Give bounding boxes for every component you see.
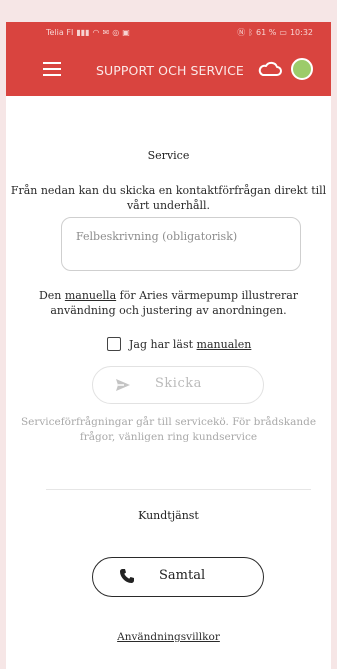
divider: [46, 489, 311, 490]
menu-icon[interactable]: [43, 62, 61, 76]
signal-icon: ▮▮▮: [76, 28, 90, 37]
terms-link[interactable]: Användningsvillkor: [117, 631, 220, 643]
send-icon: [116, 379, 130, 391]
terms-of-use: Användningsvillkor: [6, 631, 331, 643]
service-note: Serviceförfrågningar går till servicekö.…: [20, 416, 317, 443]
call-label: Samtal: [159, 568, 206, 583]
description-field[interactable]: Felbeskrivning (obligatorisk): [61, 217, 301, 271]
send-label: Skicka: [155, 376, 202, 391]
nfc-icon: Ⓝ: [237, 28, 246, 37]
notification-icon: ✉: [102, 28, 110, 37]
manual-prefix: Den: [38, 289, 65, 302]
instagram-icon: ◎: [112, 28, 120, 37]
battery-percent: 61 %: [256, 28, 277, 37]
manual-read-link[interactable]: manualen: [197, 338, 252, 351]
service-title: Service: [147, 149, 190, 162]
connection-status-indicator: [291, 58, 313, 80]
battery-icon: ▭: [279, 28, 287, 37]
wifi-icon: ◠: [92, 28, 100, 37]
bluetooth-icon: ᛒ: [248, 28, 254, 37]
status-left: Telia FI ▮▮▮ ◠ ✉ ◎ ▣: [46, 28, 130, 37]
carrier-label: Telia FI: [46, 28, 74, 37]
page-title: SUPPORT OCH SERVICE: [96, 63, 244, 78]
call-button[interactable]: Samtal: [92, 557, 264, 597]
send-button[interactable]: Skicka: [92, 366, 264, 404]
service-intro: Från nedan kan du skicka en kontaktförfr…: [10, 184, 327, 212]
status-bar: Telia FI ▮▮▮ ◠ ✉ ◎ ▣ Ⓝ ᛒ 61 % ▭ 10:32: [6, 22, 331, 44]
manual-info: Den manuella för Aries värmepump illustr…: [6, 288, 331, 318]
customer-service-title: Kundtjänst: [138, 509, 199, 522]
phone-icon: [120, 569, 134, 583]
manual-read-label: Jag har läst manualen: [129, 338, 251, 351]
checkbox-prefix: Jag har läst: [129, 337, 197, 351]
manual-read-checkbox[interactable]: [107, 337, 121, 351]
message-icon: ▣: [122, 28, 130, 37]
app-bar: SUPPORT OCH SERVICE: [6, 44, 331, 96]
manual-link[interactable]: manuella: [65, 289, 116, 302]
status-right: Ⓝ ᛒ 61 % ▭ 10:32: [237, 28, 313, 37]
cloud-icon: [258, 61, 282, 76]
description-placeholder: Felbeskrivning (obligatorisk): [76, 230, 238, 243]
clock: 10:32: [289, 28, 313, 37]
manual-read-row[interactable]: Jag har läst manualen: [107, 337, 251, 351]
